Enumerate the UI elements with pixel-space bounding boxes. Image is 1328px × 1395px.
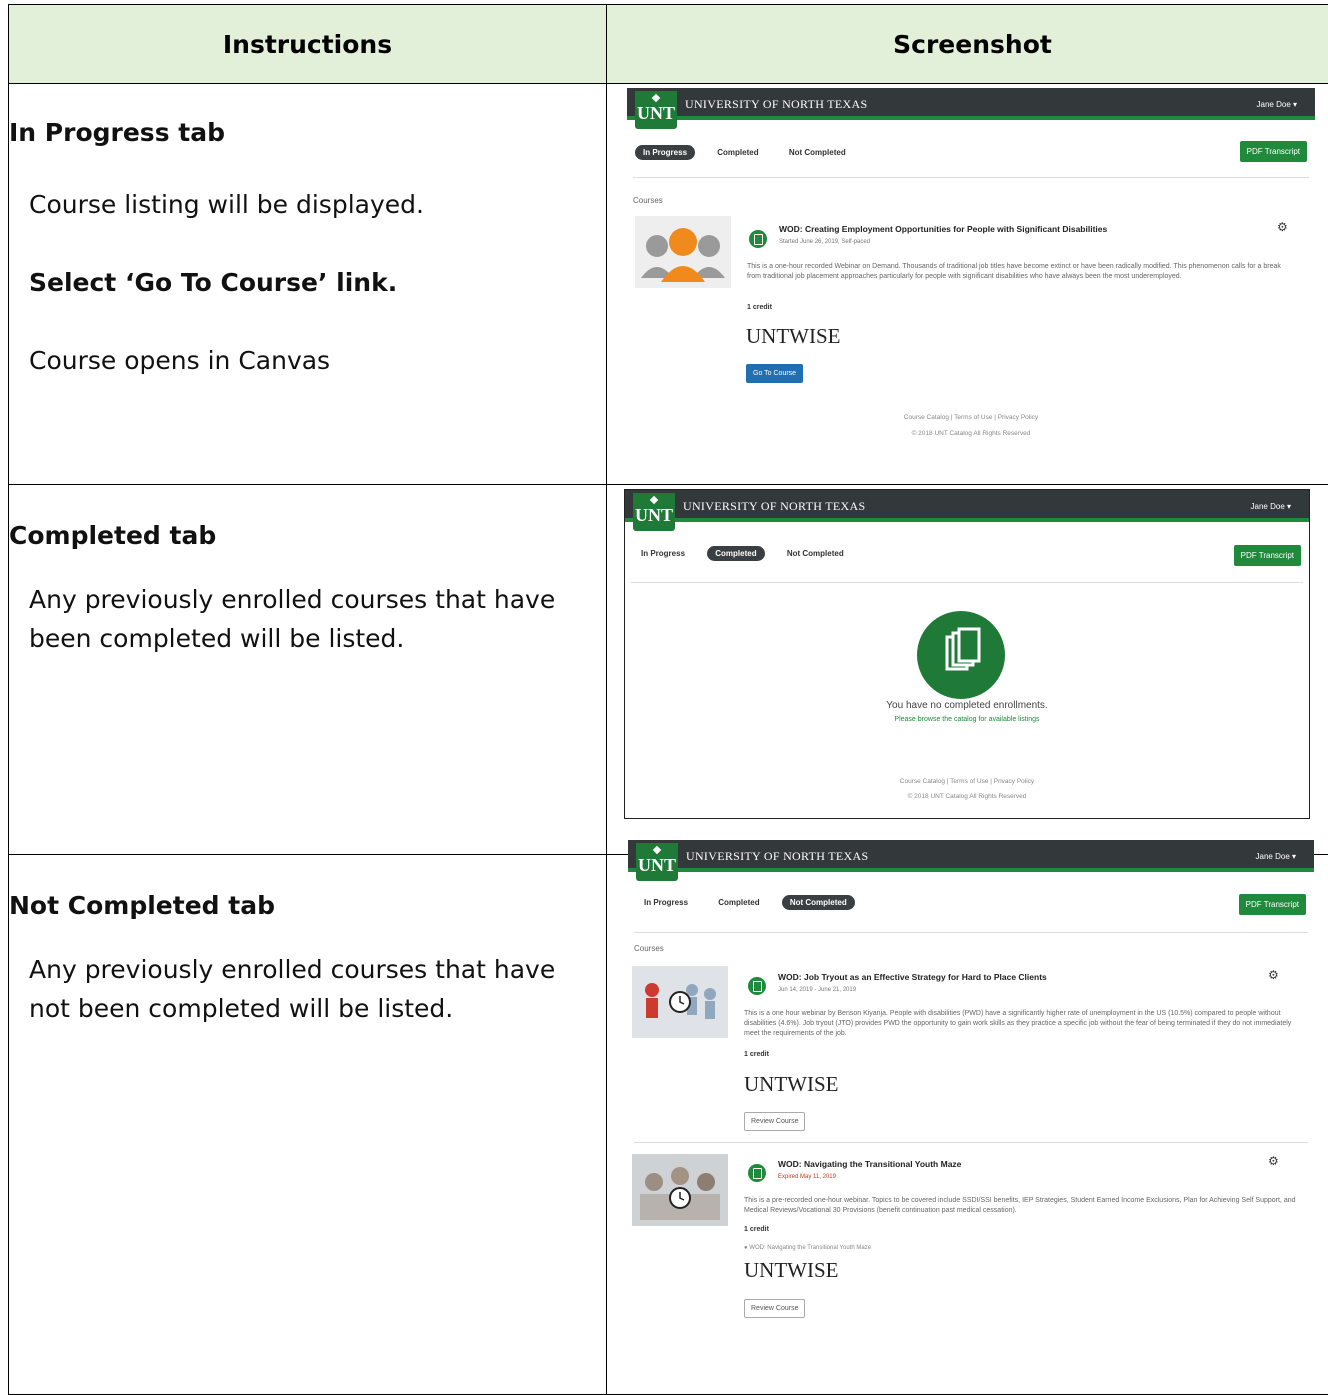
row-text: not been completed will be listed.	[9, 989, 606, 1028]
pdf-transcript-button[interactable]: PDF Transcript	[1240, 141, 1307, 162]
top-bar: UNIVERSITY OF NORTH TEXAS Jane Doe ▾	[628, 840, 1314, 872]
course-thumbnail	[635, 216, 731, 288]
untwise-logo: UNTWISE	[744, 1258, 839, 1283]
row-text: Course opens in Canvas	[9, 341, 606, 380]
course-date: Expired May 11, 2019	[778, 1174, 836, 1180]
screenshot-completed: UNIVERSITY OF NORTH TEXAS Jane Doe ▾ UNT…	[624, 489, 1310, 819]
divider	[634, 932, 1308, 933]
course-credit: 1 credit	[744, 1226, 769, 1233]
course-description: This is a one-hour recorded Webinar on D…	[747, 262, 1295, 282]
course-description: This is a pre-recorded one-hour webinar.…	[744, 1196, 1300, 1216]
tab-in-progress[interactable]: In Progress	[635, 145, 695, 160]
footer-copyright: © 2018 UNT Catalog All Rights Reserved	[625, 793, 1309, 800]
university-name: UNIVERSITY OF NORTH TEXAS	[683, 499, 865, 514]
course-book-icon	[749, 230, 767, 248]
row-text: Any previously enrolled courses that hav…	[9, 580, 606, 619]
footer-links[interactable]: Course Catalog | Terms of Use | Privacy …	[627, 414, 1315, 421]
divider	[634, 1142, 1308, 1143]
university-name: UNIVERSITY OF NORTH TEXAS	[685, 97, 867, 112]
divider	[633, 177, 1309, 178]
course-credit: 1 credit	[747, 304, 772, 311]
tab-in-progress[interactable]: In Progress	[636, 895, 696, 910]
course-date: Started June 26, 2019, Self-paced	[779, 239, 870, 245]
gear-icon[interactable]: ⚙	[1277, 220, 1288, 234]
course-title[interactable]: WOD: Creating Employment Opportunities f…	[779, 224, 1107, 234]
go-to-course-button[interactable]: Go To Course	[746, 364, 803, 383]
empty-message: You have no completed enrollments.	[625, 700, 1309, 711]
row-title: Completed tab	[9, 521, 606, 550]
row-completed: Completed tab Any previously enrolled co…	[9, 485, 607, 855]
books-icon	[917, 611, 1005, 699]
tab-not-completed[interactable]: Not Completed	[779, 546, 852, 561]
row-text: been completed will be listed.	[9, 619, 606, 658]
course-title[interactable]: WOD: Job Tryout as an Effective Strategy…	[778, 972, 1047, 982]
row-text: Course listing will be displayed.	[9, 185, 606, 224]
row-text: Select ‘Go To Course’ link.	[9, 263, 606, 302]
pdf-transcript-button[interactable]: PDF Transcript	[1234, 545, 1301, 566]
row-title: In Progress tab	[9, 118, 606, 147]
top-bar: UNIVERSITY OF NORTH TEXAS Jane Doe ▾	[627, 88, 1315, 120]
footer-links[interactable]: Course Catalog | Terms of Use | Privacy …	[625, 778, 1309, 785]
untwise-logo: UNTWISE	[744, 1072, 839, 1097]
screenshot-not-completed: UNIVERSITY OF NORTH TEXAS Jane Doe ▾ UNT…	[628, 840, 1314, 1322]
row-not-completed: Not Completed tab Any previously enrolle…	[9, 855, 607, 1395]
row-in-progress: In Progress tab Course listing will be d…	[9, 84, 607, 485]
tab-completed[interactable]: Completed	[709, 145, 766, 160]
courses-label: Courses	[633, 196, 663, 205]
courses-label: Courses	[634, 944, 664, 953]
unt-logo[interactable]: UNT	[633, 493, 675, 531]
user-menu[interactable]: Jane Doe ▾	[1251, 502, 1291, 511]
course-thumbnail	[632, 1154, 728, 1226]
header-instructions: Instructions	[9, 5, 607, 84]
gear-icon[interactable]: ⚙	[1268, 968, 1279, 982]
divider	[631, 582, 1303, 583]
pdf-transcript-button[interactable]: PDF Transcript	[1239, 894, 1306, 915]
review-course-button[interactable]: Review Course	[744, 1299, 805, 1318]
screenshot-in-progress: UNIVERSITY OF NORTH TEXAS Jane Doe ▾ UNT…	[627, 88, 1315, 453]
user-menu[interactable]: Jane Doe ▾	[1256, 852, 1296, 861]
course-description: This is a one hour webinar by Benson Kiy…	[744, 1009, 1300, 1039]
tab-completed[interactable]: Completed	[710, 895, 767, 910]
user-menu[interactable]: Jane Doe ▾	[1257, 100, 1297, 109]
course-book-icon	[748, 1164, 766, 1182]
review-course-button[interactable]: Review Course	[744, 1112, 805, 1131]
row-text: Any previously enrolled courses that hav…	[9, 950, 606, 989]
top-bar: UNIVERSITY OF NORTH TEXAS Jane Doe ▾	[625, 490, 1309, 522]
tab-not-completed[interactable]: Not Completed	[782, 895, 855, 910]
unt-logo[interactable]: UNT	[636, 843, 678, 881]
course-credit: 1 credit	[744, 1051, 769, 1058]
gear-icon[interactable]: ⚙	[1268, 1154, 1279, 1168]
course-title[interactable]: WOD: Navigating the Transitional Youth M…	[778, 1159, 961, 1169]
course-prerequisite: ● WOD: Navigating the Transitional Youth…	[744, 1245, 871, 1251]
footer-copyright: © 2018 UNT Catalog All Rights Reserved	[627, 430, 1315, 437]
university-name: UNIVERSITY OF NORTH TEXAS	[686, 849, 868, 864]
unt-logo[interactable]: UNT	[635, 91, 677, 129]
course-book-icon	[748, 977, 766, 995]
tab-completed[interactable]: Completed	[707, 546, 764, 561]
browse-catalog-link[interactable]: Please browse the catalog for available …	[625, 716, 1309, 723]
tab-in-progress[interactable]: In Progress	[633, 546, 693, 561]
course-date: Jun 14, 2019 - June 21, 2019	[778, 987, 856, 993]
untwise-logo: UNTWISE	[746, 324, 841, 349]
header-screenshot: Screenshot	[607, 5, 1328, 84]
row-title: Not Completed tab	[9, 891, 606, 920]
tab-not-completed[interactable]: Not Completed	[781, 145, 854, 160]
course-thumbnail	[632, 966, 728, 1038]
